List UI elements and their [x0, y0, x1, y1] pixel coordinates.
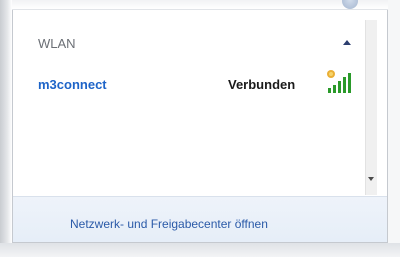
top-bar: [12, 0, 388, 10]
network-flyout: WLAN m3connect Verbunden Netzwerk- und F…: [0, 0, 400, 257]
network-status: Verbunden: [228, 77, 296, 92]
section-title-wlan: WLAN: [38, 36, 76, 51]
left-window-edge: [0, 0, 12, 257]
open-network-sharing-center-link[interactable]: Netzwerk- und Freigabecenter öffnen: [70, 217, 268, 231]
network-name[interactable]: m3connect: [38, 77, 107, 92]
chevron-up-icon[interactable]: [343, 40, 351, 45]
bottom-window-edge: [0, 243, 400, 257]
scroll-down-arrow-icon[interactable]: [368, 177, 374, 181]
network-list: [25, 20, 365, 195]
wifi-signal-bars-icon: [327, 70, 351, 93]
vertical-scrollbar[interactable]: [365, 20, 377, 195]
network-status-icon: [342, 0, 358, 9]
